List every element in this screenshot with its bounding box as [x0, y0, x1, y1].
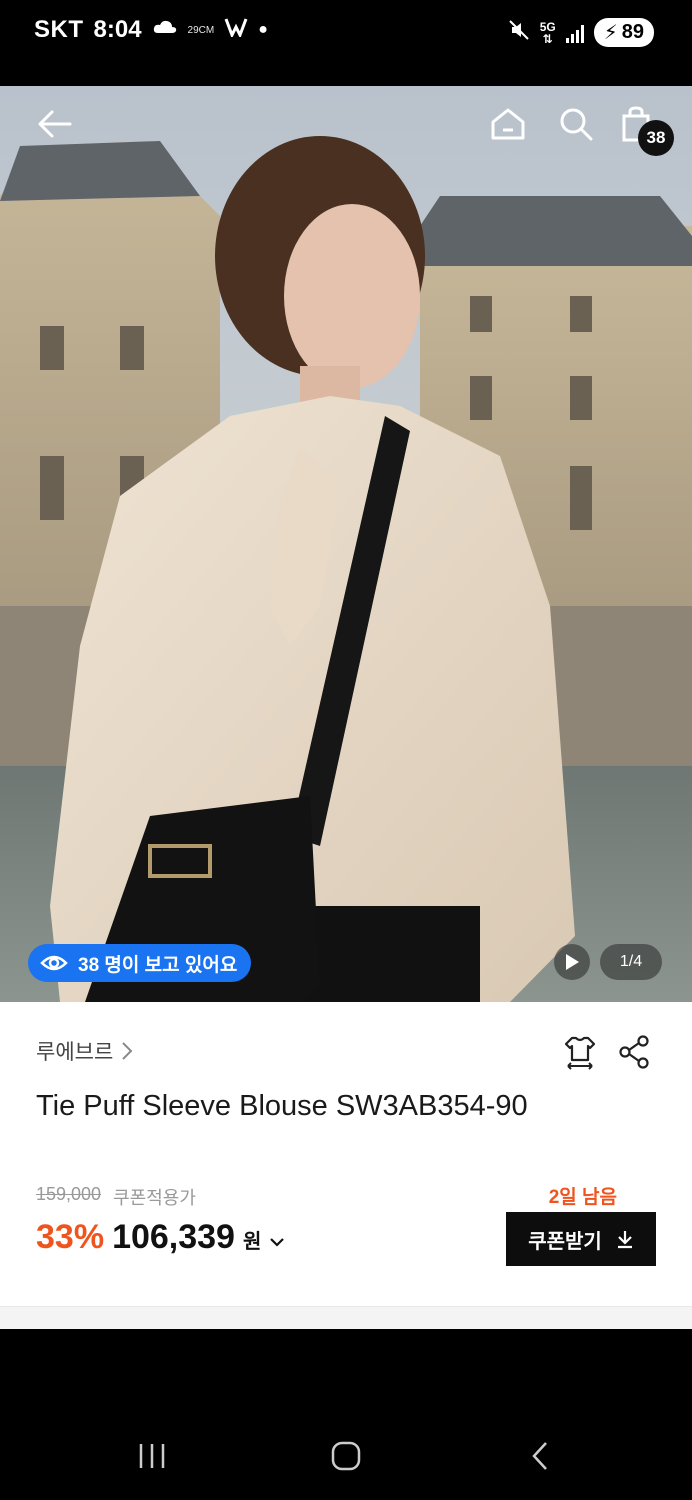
coupon-price-label: 쿠폰적용가 [113, 1188, 196, 1208]
battery-level: 89 [621, 21, 644, 43]
original-price: 159,000 [36, 1184, 102, 1204]
network-type: 5G ⇅ [539, 19, 556, 46]
system-navigation-bar [0, 1412, 692, 1500]
play-icon [566, 954, 579, 970]
size-guide-button[interactable] [560, 1032, 600, 1072]
back-button[interactable] [30, 100, 78, 148]
search-button[interactable] [552, 100, 600, 148]
notification-dot-icon: ● [258, 21, 268, 38]
mute-icon [508, 19, 530, 46]
recents-button[interactable] [122, 1438, 182, 1474]
back-nav-icon [532, 1442, 547, 1470]
download-icon [617, 1231, 632, 1249]
carrier: SKT [34, 16, 84, 43]
search-icon [560, 108, 593, 141]
back-arrow-icon [38, 110, 72, 138]
product-info-panel: 루에브르 Tie Puff Sleeve Blouse SW3AB354-90 … [0, 1002, 692, 1306]
currency-unit: 원 [242, 1231, 262, 1253]
home-nav-button[interactable] [316, 1438, 376, 1474]
chevron-right-icon [122, 1042, 133, 1060]
original-price-row: 159,000 쿠폰적용가 [36, 1184, 196, 1210]
signal-icon [565, 23, 584, 43]
chevron-down-icon [270, 1238, 285, 1247]
share-button[interactable] [614, 1032, 654, 1072]
size-guide-icon [564, 1036, 596, 1070]
sale-price: 106,339 [112, 1218, 235, 1256]
top-navigation [0, 86, 692, 166]
weather-icon [152, 16, 178, 44]
battery-indicator: ⚡ 89 [593, 18, 654, 47]
price-row[interactable]: 33% 106,339 원 [36, 1218, 285, 1257]
brand-link[interactable]: 루에브르 [36, 1036, 133, 1066]
home-nav-icon [331, 1441, 361, 1471]
section-divider [0, 1306, 692, 1329]
product-photo [0, 86, 692, 1002]
app-logo-icon [224, 16, 248, 44]
product-image-carousel[interactable] [0, 86, 692, 1002]
get-coupon-button[interactable]: 쿠폰받기 [506, 1212, 656, 1266]
image-counter: 1/4 [600, 944, 662, 980]
battery-icon: ⚡ [603, 22, 618, 44]
home-button[interactable] [484, 100, 532, 148]
clock: 8:04 [93, 16, 142, 43]
recents-icon [139, 1444, 165, 1468]
share-icon [619, 1035, 649, 1069]
status-bar: SKT 8:04 29CM ● 5G ⇅ ⚡ 89 [0, 0, 692, 86]
eye-icon [40, 955, 68, 971]
cart-count-badge: 38 [638, 120, 674, 156]
back-nav-button[interactable] [510, 1438, 570, 1474]
play-button[interactable] [554, 944, 590, 980]
discount-rate: 33% [36, 1218, 105, 1256]
viewers-text: 38 명이 보고 있어요 [78, 954, 238, 976]
live-viewers-badge: 38 명이 보고 있어요 [28, 944, 252, 982]
get-coupon-label: 쿠폰받기 [528, 1230, 602, 1253]
app-notification-label: 29CM [187, 24, 215, 36]
coupon-days-left: 2일 남음 [548, 1187, 617, 1208]
brand-name: 루에브르 [36, 1041, 114, 1064]
product-title: Tie Puff Sleeve Blouse SW3AB354-90 [36, 1090, 528, 1122]
home-icon [491, 108, 525, 140]
